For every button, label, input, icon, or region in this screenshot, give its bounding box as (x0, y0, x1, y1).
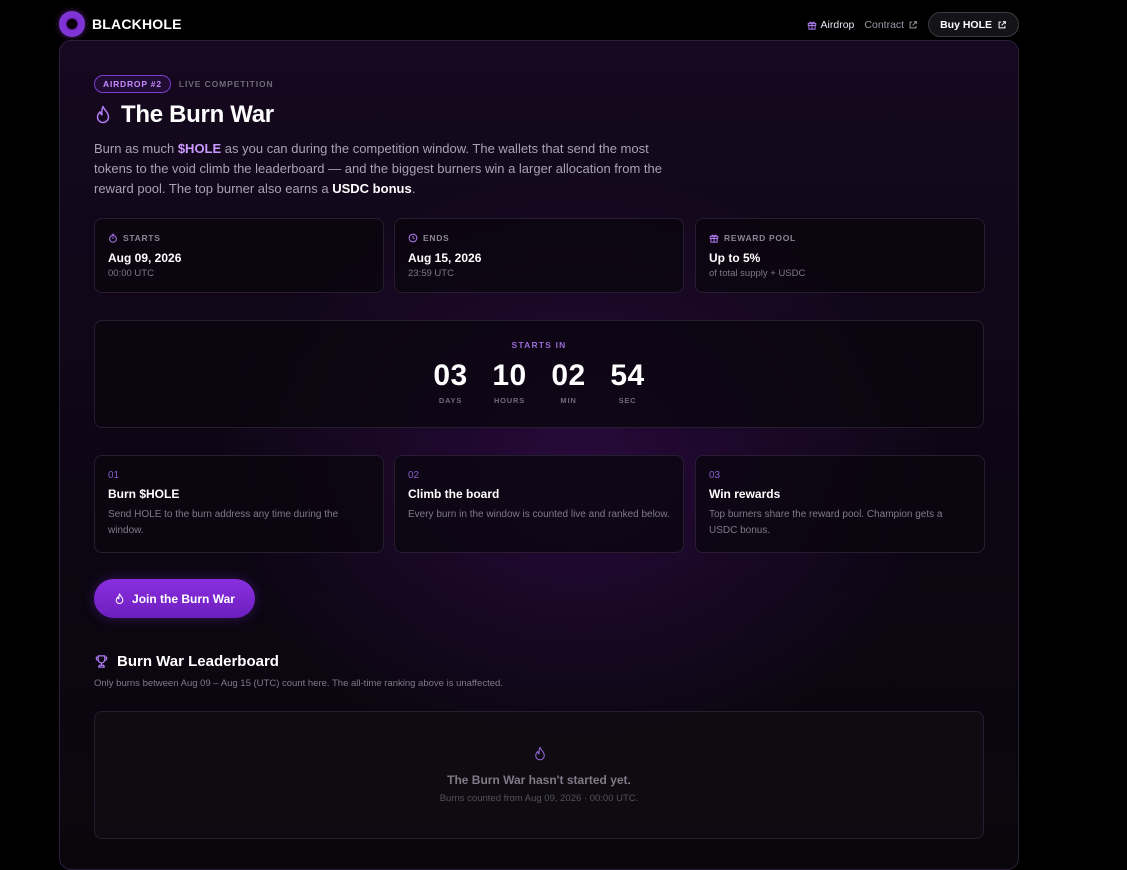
ends-card: ENDS Aug 15, 2026 23:59 UTC (394, 218, 684, 293)
buy-hole-label: Buy HOLE (940, 18, 992, 31)
countdown-minutes-caption: MIN (560, 396, 577, 405)
step-title: Win rewards (709, 487, 781, 501)
countdown-days-value: 03 (433, 359, 468, 392)
step-card-win: 03 Win rewards Top burners share the rew… (695, 455, 985, 553)
description-text: . (411, 181, 416, 196)
timer-icon (109, 233, 117, 243)
reward-pool-value: Up to 5% (709, 251, 761, 265)
flame-icon (96, 105, 110, 124)
countdown-label: STARTS IN (511, 340, 567, 350)
nav-contract-link[interactable]: Contract (864, 19, 918, 31)
token-highlight: $HOLE (177, 141, 222, 156)
empty-state-title: The Burn War hasn't started yet. (447, 773, 631, 787)
empty-state-subtitle: Burns counted from Aug 09, 2026 · 00:00 … (439, 793, 639, 804)
leaderboard-subtitle: Only burns between Aug 09 – Aug 15 (UTC)… (94, 678, 503, 689)
step-title: Burn $HOLE (108, 487, 180, 501)
starts-card: STARTS Aug 09, 2026 00:00 UTC (94, 218, 384, 293)
countdown-timer: STARTS IN 03 DAYS 10 HOURS 02 MIN 54 SEC (94, 320, 984, 428)
step-title: Climb the board (408, 487, 500, 501)
countdown-seconds-caption: SEC (618, 396, 637, 405)
clock-icon (408, 233, 418, 243)
live-competition-label: LIVE COMPETITION (178, 79, 274, 89)
reward-pool-label-text: REWARD POOL (724, 233, 796, 243)
countdown-days: 03 DAYS (431, 359, 470, 405)
external-link-icon (909, 20, 917, 28)
page-title: The Burn War (121, 101, 274, 128)
nav-contract-label: Contract (864, 18, 905, 31)
starts-time: 00:00 UTC (108, 268, 154, 279)
starts-date: Aug 09, 2026 (108, 251, 182, 265)
step-number: 03 (709, 470, 721, 481)
starts-label: STARTS (108, 233, 161, 243)
flame-icon (115, 592, 124, 604)
description-text: Burn as much (94, 141, 178, 156)
brand-logo[interactable]: BLACKHOLE (59, 11, 182, 37)
step-card-burn: 01 Burn $HOLE Send HOLE to the burn addr… (94, 455, 384, 553)
countdown-hours-caption: HOURS (493, 396, 526, 405)
trophy-icon (95, 655, 108, 668)
join-burn-war-button[interactable]: Join the Burn War (94, 579, 255, 618)
ends-time: 23:59 UTC (408, 268, 454, 279)
starts-label-text: STARTS (123, 233, 161, 243)
flame-icon (535, 746, 545, 761)
step-number: 01 (108, 470, 120, 481)
reward-pool-sub: of total supply + USDC (709, 268, 806, 279)
countdown-units: 03 DAYS 10 HOURS 02 MIN 54 SEC (95, 359, 983, 405)
step-text: Top burners share the reward pool. Champ… (709, 509, 943, 536)
brand-name: BLACKHOLE (92, 16, 182, 32)
step-card-climb: 02 Climb the board Every burn in the win… (394, 455, 684, 553)
nav-airdrop-label: Airdrop (820, 18, 855, 31)
step-text: Every burn in the window is counted live… (408, 509, 670, 520)
page-title-row: The Burn War (94, 101, 274, 129)
top-nav: Airdrop Contract Buy HOLE (807, 12, 1019, 37)
reward-pool-label: REWARD POOL (709, 233, 796, 243)
blackhole-logo-icon (59, 11, 85, 37)
reward-pool-card: REWARD POOL Up to 5% of total supply + U… (695, 218, 985, 293)
countdown-minutes-value: 02 (551, 359, 586, 392)
ends-label: ENDS (408, 233, 449, 243)
external-link-icon (998, 20, 1006, 28)
gift-icon (807, 21, 816, 30)
gift-icon (709, 234, 719, 243)
countdown-minutes: 02 MIN (549, 359, 588, 405)
countdown-days-caption: DAYS (438, 396, 463, 405)
badge-row: AIRDROP #2 LIVE COMPETITION (94, 75, 274, 93)
airdrop-badge: AIRDROP #2 (94, 75, 171, 93)
countdown-seconds: 54 SEC (608, 359, 647, 405)
buy-hole-button[interactable]: Buy HOLE (928, 12, 1019, 37)
step-number: 02 (408, 470, 420, 481)
ends-date: Aug 15, 2026 (408, 251, 482, 265)
leaderboard-empty-state: The Burn War hasn't started yet. Burns c… (94, 711, 984, 839)
nav-airdrop-link[interactable]: Airdrop (807, 18, 855, 31)
join-burn-war-label: Join the Burn War (132, 591, 235, 606)
step-text: Send HOLE to the burn address any time d… (108, 509, 339, 536)
bonus-highlight: USDC bonus (332, 181, 412, 196)
burn-war-panel: AIRDROP #2 LIVE COMPETITION The Burn War… (59, 40, 1019, 870)
leaderboard-header: Burn War Leaderboard (94, 653, 279, 670)
countdown-hours: 10 HOURS (490, 359, 529, 405)
countdown-seconds-value: 54 (610, 359, 645, 392)
page-description: Burn as much $HOLE as you can during the… (94, 139, 664, 199)
ends-label-text: ENDS (423, 233, 450, 243)
leaderboard-title: Burn War Leaderboard (117, 653, 279, 670)
countdown-hours-value: 10 (492, 359, 527, 392)
